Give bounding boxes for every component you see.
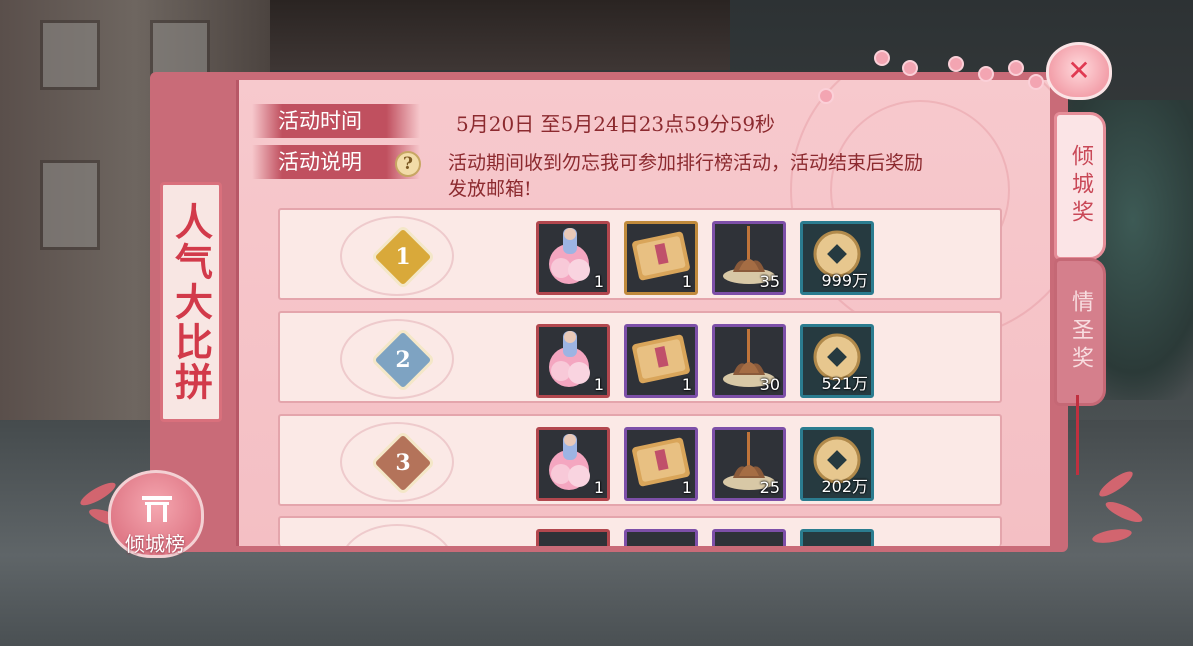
reward-row-partial xyxy=(278,516,1002,546)
background-window xyxy=(40,20,100,90)
reward-items: 1 1 35 999万 xyxy=(536,221,874,295)
reward-item[interactable] xyxy=(800,529,874,546)
reward-item[interactable]: 1 xyxy=(536,324,610,398)
reward-item[interactable]: 30 xyxy=(712,324,786,398)
gate-icon xyxy=(142,496,172,522)
ranking-button-label: 倾城榜 xyxy=(125,532,185,556)
reward-count: 1 xyxy=(681,478,692,497)
reward-item[interactable]: 1 xyxy=(536,427,610,501)
reward-row: 1 1 1 35 999万 xyxy=(278,208,1002,300)
reward-items xyxy=(536,529,874,546)
question-icon[interactable]: ? xyxy=(395,151,421,177)
event-time-value: 5月20日 至5月24日23点59分59秒 xyxy=(456,112,776,136)
reward-count: 1 xyxy=(593,272,604,291)
reward-count: 1 xyxy=(681,272,692,291)
ranking-button[interactable]: 倾城榜 xyxy=(100,470,210,562)
reward-count: 1 xyxy=(593,375,604,394)
event-description-line1: 活动期间收到勿忘我可参加排行榜活动，活动结束后奖励 xyxy=(448,152,924,174)
reward-count: 1 xyxy=(593,478,604,497)
background-window xyxy=(40,160,100,250)
reward-item[interactable]: 1 xyxy=(624,221,698,295)
reward-count: 999万 xyxy=(821,271,868,290)
reward-item[interactable]: 202万 xyxy=(800,427,874,501)
tab-qingsheng-award[interactable]: 情圣奖 xyxy=(1054,258,1106,406)
reward-count: 35 xyxy=(759,272,780,291)
event-title: 人气大比拼 xyxy=(168,202,214,402)
reward-item[interactable]: 999万 xyxy=(800,221,874,295)
event-title-banner: 人气大比拼 xyxy=(160,182,222,422)
background-roof xyxy=(270,0,730,70)
reward-count: 521万 xyxy=(821,374,868,393)
reward-items: 1 1 25 202万 xyxy=(536,427,874,501)
rank-number: 3 xyxy=(395,450,411,476)
reward-row: 2 1 1 30 521万 xyxy=(278,311,1002,403)
reward-item[interactable] xyxy=(536,529,610,546)
reward-count: 202万 xyxy=(821,477,868,496)
event-time-label: 活动时间 xyxy=(252,104,420,138)
rank-number: 1 xyxy=(395,244,411,270)
reward-item[interactable] xyxy=(712,529,786,546)
tassel-decoration xyxy=(1076,395,1079,475)
event-description-line2: 发放邮箱! xyxy=(448,178,532,200)
rank-number: 2 xyxy=(395,347,411,373)
tab-qingcheng-award[interactable]: 倾城奖 xyxy=(1054,112,1106,260)
tab-label: 倾城奖 xyxy=(1068,144,1093,228)
reward-row: 3 1 1 25 202万 xyxy=(278,414,1002,506)
reward-count: 25 xyxy=(759,478,780,497)
reward-items: 1 1 30 521万 xyxy=(536,324,874,398)
reward-count: 30 xyxy=(759,375,780,394)
reward-item[interactable]: 521万 xyxy=(800,324,874,398)
reward-item[interactable] xyxy=(624,529,698,546)
reward-item[interactable]: 1 xyxy=(624,427,698,501)
reward-item[interactable]: 1 xyxy=(624,324,698,398)
reward-item[interactable]: 35 xyxy=(712,221,786,295)
close-icon[interactable]: ✕ xyxy=(1046,42,1112,100)
tab-label: 情圣奖 xyxy=(1068,290,1093,374)
reward-item[interactable]: 25 xyxy=(712,427,786,501)
reward-item[interactable]: 1 xyxy=(536,221,610,295)
reward-count: 1 xyxy=(681,375,692,394)
